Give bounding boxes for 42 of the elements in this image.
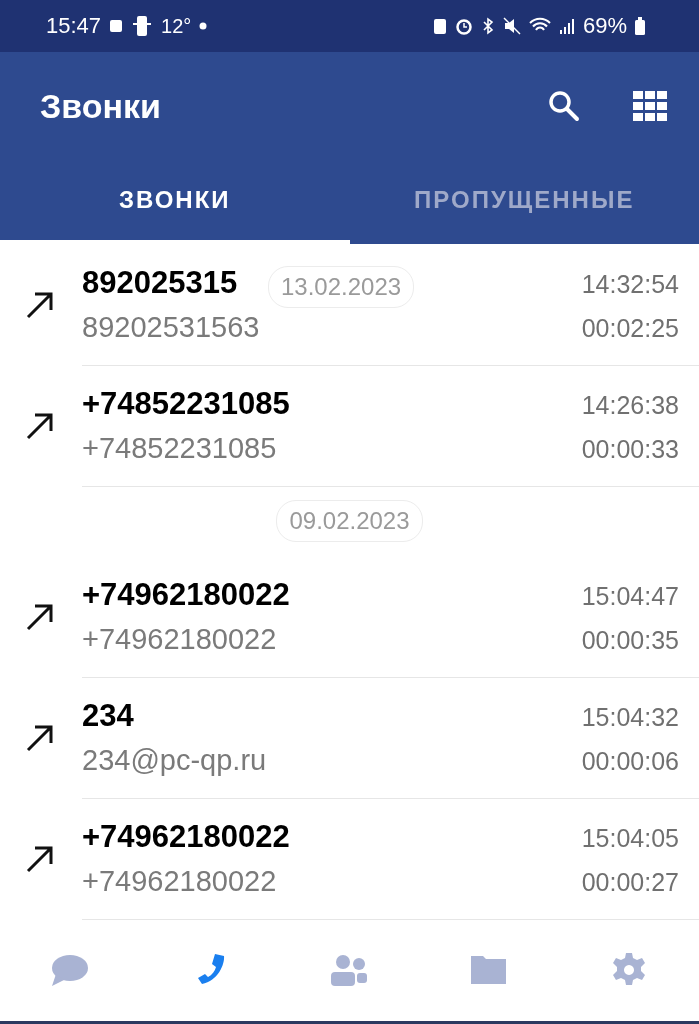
signal-icon xyxy=(558,17,575,35)
date-chip: 13.02.2023 xyxy=(268,266,415,308)
contact-number: +74852231085 xyxy=(82,431,277,465)
search-icon[interactable] xyxy=(547,89,581,123)
temperature: 12° xyxy=(161,14,192,38)
contact-number: 89202531563 xyxy=(82,310,260,344)
tab[interactable]: ПРОПУЩЕННЫЕ xyxy=(349,160,699,244)
call-duration: 00:00:35 xyxy=(581,625,679,655)
tab[interactable]: ЗВОНКИ xyxy=(0,160,350,244)
contact-number: +74962180022 xyxy=(82,864,277,898)
chat-icon[interactable] xyxy=(49,952,90,988)
contacts-icon[interactable] xyxy=(329,952,370,988)
battery-icon xyxy=(635,17,645,35)
bluetooth-icon xyxy=(480,17,495,35)
call-row[interactable]: +74852231085 14:26:38 +74852231085 00:00:33 xyxy=(0,365,699,486)
app-title: Звонки xyxy=(40,86,161,126)
call-row[interactable]: +74962180022 15:04:47 +74962180022 00:00:35 xyxy=(0,556,699,677)
call-row[interactable]: 234 15:04:32 234@pc-qp.ru 00:00:06 xyxy=(0,677,699,798)
call-duration: 00:02:25 xyxy=(581,313,679,343)
contact-name: +74852231085 xyxy=(82,385,290,422)
dot-icon xyxy=(199,22,208,30)
battery-percent: 69% xyxy=(582,13,627,39)
contact-name: 234 xyxy=(82,697,134,734)
contact-name: +74962180022 xyxy=(82,576,290,613)
call-time: 15:04:05 xyxy=(581,823,679,853)
contact-name: 892025315 xyxy=(82,264,238,301)
call-duration: 00:00:33 xyxy=(581,434,679,464)
call-row[interactable]: +74962180022 15:04:05 +74962180022 00:00:27 xyxy=(0,798,699,919)
call-time: 14:32:54 xyxy=(581,269,679,299)
mute-icon xyxy=(502,17,521,35)
call-duration: 00:00:27 xyxy=(581,867,679,897)
call-time: 15:04:47 xyxy=(581,581,679,611)
call-time: 14:26:38 xyxy=(581,390,679,420)
alarm-icon xyxy=(454,17,473,35)
call-duration: 00:00:06 xyxy=(581,746,679,776)
contact-number: 234@pc-qp.ru xyxy=(82,743,267,777)
contact-number: +74962180022 xyxy=(82,622,277,656)
call-time: 15:04:32 xyxy=(581,702,679,732)
status-time: 15:47 xyxy=(46,13,102,39)
dialpad-icon[interactable] xyxy=(631,89,669,123)
date-chip: 09.02.2023 xyxy=(276,500,423,542)
contact-name: +74962180022 xyxy=(82,818,290,855)
